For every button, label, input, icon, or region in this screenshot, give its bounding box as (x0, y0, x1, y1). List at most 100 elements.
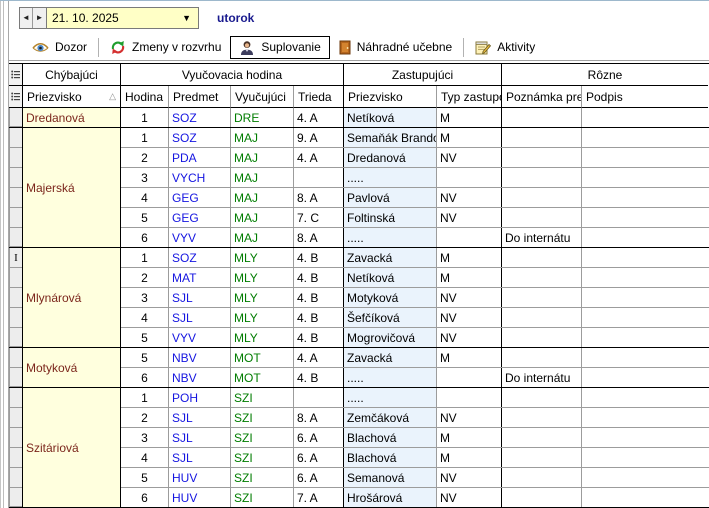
cell-poznamka[interactable] (502, 388, 582, 407)
cell-poznamka[interactable]: Do internátu (502, 228, 582, 247)
cell-predmet[interactable]: HUV (169, 488, 231, 507)
cell-podpis[interactable] (582, 228, 708, 247)
cell-typ[interactable]: NV (437, 188, 502, 207)
cell-predmet[interactable]: MAT (169, 268, 231, 287)
cell-hodina[interactable]: 1 (121, 388, 169, 407)
row-selector[interactable] (9, 188, 22, 208)
cell-hodina[interactable]: 5 (121, 208, 169, 227)
row-selector[interactable] (9, 408, 22, 428)
cell-hodina[interactable]: 1 (121, 128, 169, 147)
cell-vyucujuci[interactable]: MAJ (231, 168, 294, 187)
cell-typ[interactable]: NV (437, 328, 502, 347)
cell-poznamka[interactable] (502, 148, 582, 167)
row-selector[interactable] (9, 128, 22, 148)
cell-trieda[interactable]: 8. A (294, 228, 344, 247)
cell-vyucujuci[interactable]: SZI (231, 468, 294, 487)
cell-typ[interactable] (437, 368, 502, 387)
column-header-predmet[interactable]: Predmet (169, 86, 231, 108)
cell-typ[interactable] (437, 388, 502, 407)
cell-podpis[interactable] (582, 188, 708, 207)
cell-typ[interactable]: M (437, 128, 502, 147)
cell-vyucujuci[interactable]: MAJ (231, 148, 294, 167)
cell-predmet[interactable]: SOZ (169, 128, 231, 147)
prev-day-button[interactable]: ◄ (20, 8, 33, 28)
cell-hodina[interactable]: 1 (121, 248, 169, 267)
cell-trieda[interactable]: 6. A (294, 448, 344, 467)
cell-hodina[interactable]: 2 (121, 268, 169, 287)
cell-predmet[interactable]: GEG (169, 208, 231, 227)
cell-typ[interactable]: M (437, 348, 502, 367)
column-header-priezvisko[interactable]: Priezvisko △ (23, 86, 121, 108)
row-selector[interactable] (9, 168, 22, 188)
absent-teacher-cell[interactable]: Dredanová (23, 108, 121, 127)
cell-trieda[interactable]: 7. C (294, 208, 344, 227)
row-selector[interactable] (9, 228, 22, 247)
cell-poznamka[interactable] (502, 288, 582, 307)
cell-vyucujuci[interactable]: SZI (231, 448, 294, 467)
cell-hodina[interactable]: 5 (121, 468, 169, 487)
column-header-zast-priezvisko[interactable]: Priezvisko (344, 86, 437, 108)
cell-poznamka[interactable] (502, 168, 582, 187)
cell-zastupujuci[interactable]: Blachová (344, 448, 437, 467)
cell-hodina[interactable]: 5 (121, 348, 169, 367)
cell-zastupujuci[interactable]: Foltinská (344, 208, 437, 227)
cell-trieda[interactable]: 8. A (294, 188, 344, 207)
column-header-typ-zastupovania[interactable]: Typ zastupov (437, 86, 502, 108)
cell-zastupujuci[interactable]: Mogrovičová (344, 328, 437, 347)
cell-predmet[interactable]: SJL (169, 308, 231, 327)
cell-typ[interactable]: M (437, 268, 502, 287)
cell-trieda[interactable]: 6. A (294, 468, 344, 487)
column-header-trieda[interactable]: Trieda (294, 86, 344, 108)
cell-vyucujuci[interactable]: MLY (231, 288, 294, 307)
group-header-chybajuci[interactable]: Chýbajúci (23, 64, 121, 86)
cell-trieda[interactable]: 7. A (294, 488, 344, 507)
cell-podpis[interactable] (582, 148, 708, 167)
cell-zastupujuci[interactable]: ..... (344, 168, 437, 187)
cell-predmet[interactable]: SJL (169, 448, 231, 467)
cell-trieda[interactable]: 4. A (294, 348, 344, 367)
cell-hodina[interactable]: 6 (121, 368, 169, 387)
cell-podpis[interactable] (582, 248, 708, 267)
cell-trieda[interactable] (294, 168, 344, 187)
row-selector[interactable] (9, 428, 22, 448)
absent-teacher-cell[interactable]: Motyková (23, 348, 121, 387)
cell-poznamka[interactable] (502, 188, 582, 207)
cell-predmet[interactable]: SOZ (169, 108, 231, 127)
cell-trieda[interactable] (294, 388, 344, 407)
group-header-rozne[interactable]: Rôzne (502, 64, 708, 86)
tab-suplovanie[interactable]: Suplovanie (230, 36, 329, 59)
row-selector[interactable] (9, 328, 22, 347)
cell-zastupujuci[interactable]: Zavacká (344, 248, 437, 267)
row-selector[interactable] (9, 368, 22, 387)
cell-zastupujuci[interactable]: Zemčáková (344, 408, 437, 427)
cell-typ[interactable] (437, 228, 502, 247)
cell-typ[interactable]: NV (437, 488, 502, 507)
cell-typ[interactable]: NV (437, 308, 502, 327)
cell-zastupujuci[interactable]: Netíková (344, 268, 437, 287)
column-header-hodina[interactable]: Hodina (121, 86, 169, 108)
corner-menu-cell[interactable] (9, 86, 23, 108)
cell-trieda[interactable]: 4. B (294, 268, 344, 287)
cell-typ[interactable]: M (437, 448, 502, 467)
cell-trieda[interactable]: 4. B (294, 368, 344, 387)
cell-trieda[interactable]: 4. A (294, 148, 344, 167)
cell-trieda[interactable]: 9. A (294, 128, 344, 147)
cell-podpis[interactable] (582, 268, 708, 287)
cell-predmet[interactable]: POH (169, 388, 231, 407)
cell-vyucujuci[interactable]: MLY (231, 328, 294, 347)
cell-podpis[interactable] (582, 288, 708, 307)
column-header-vyucujuci[interactable]: Vyučujúci (231, 86, 294, 108)
cell-zastupujuci[interactable]: Pavlová (344, 188, 437, 207)
cell-podpis[interactable] (582, 468, 708, 487)
cell-podpis[interactable] (582, 128, 708, 147)
cell-zastupujuci[interactable]: Semanová (344, 468, 437, 487)
cell-typ[interactable]: NV (437, 208, 502, 227)
cell-poznamka[interactable] (502, 408, 582, 427)
next-day-button[interactable]: ► (33, 8, 46, 28)
cell-predmet[interactable]: GEG (169, 188, 231, 207)
cell-zastupujuci[interactable]: Motyková (344, 288, 437, 307)
cell-hodina[interactable]: 5 (121, 328, 169, 347)
cell-vyucujuci[interactable]: MOT (231, 348, 294, 367)
cell-zastupujuci[interactable]: ..... (344, 388, 437, 407)
cell-typ[interactable]: NV (437, 408, 502, 427)
